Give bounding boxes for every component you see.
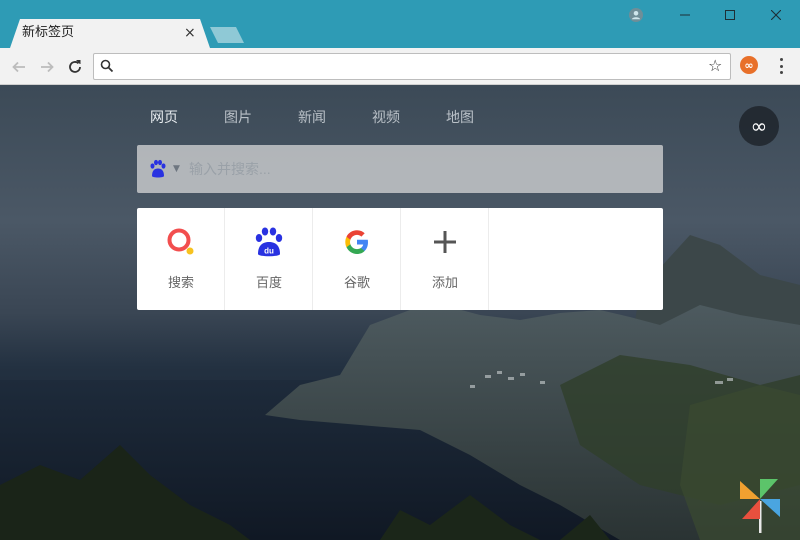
chevron-down-icon: ▼ — [173, 164, 180, 174]
new-tab-button[interactable] — [210, 27, 244, 43]
tile-add[interactable]: 添加 — [401, 208, 489, 310]
tile-label-add: 添加 — [431, 276, 458, 291]
browser-toolbar: ☆ ∞ — [0, 48, 800, 85]
svg-text:du: du — [264, 247, 274, 256]
minimize-icon[interactable] — [662, 4, 708, 26]
tile-search[interactable]: 搜索 — [137, 208, 225, 310]
search-category-tabs: 网页 图片 新闻 视频 地图 — [150, 109, 520, 127]
bookmark-star-icon[interactable]: ☆ — [708, 57, 722, 75]
plus-icon — [434, 231, 456, 253]
tab-videos[interactable]: 视频 — [372, 109, 446, 127]
profile-icon[interactable] — [629, 8, 643, 22]
tab-images[interactable]: 图片 — [224, 109, 298, 127]
pinwheel-logo-icon — [740, 479, 780, 533]
baidu-paw-icon — [150, 159, 166, 178]
tab-web[interactable]: 网页 — [150, 109, 224, 127]
title-bar: 新标签页 × — [0, 0, 800, 48]
maximize-icon[interactable] — [707, 4, 753, 26]
infinity-menu-icon: ∞ — [750, 114, 768, 138]
tile-label-google: 谷歌 — [343, 276, 370, 291]
infinity-menu-button[interactable]: ∞ — [739, 106, 779, 146]
address-bar[interactable]: ☆ — [93, 53, 731, 80]
tile-google[interactable]: 谷歌 — [313, 208, 401, 310]
tab-title: 新标签页 — [22, 25, 75, 40]
tab-news[interactable]: 新闻 — [298, 109, 372, 127]
search-input[interactable] — [189, 159, 649, 179]
forward-arrow-icon[interactable] — [36, 56, 58, 78]
close-window-icon[interactable] — [753, 4, 799, 26]
address-input[interactable] — [120, 57, 700, 77]
new-tab-page: 网页 图片 新闻 视频 地图 ∞ ▼ 输入并搜索... 搜索 du 百度 谷歌 … — [0, 85, 800, 540]
tile-label-baidu: 百度 — [255, 276, 282, 291]
infinity-extension-icon[interactable]: ∞ — [740, 56, 758, 74]
tile-baidu[interactable]: du 百度 — [225, 208, 313, 310]
tile-label-search: 搜索 — [167, 276, 194, 291]
google-g-icon — [345, 230, 368, 254]
infinity-extension-symbol: ∞ — [744, 58, 754, 72]
baidu-paw-icon: du — [255, 227, 283, 257]
search-icon — [100, 59, 114, 73]
tab-close-icon[interactable]: × — [184, 24, 196, 42]
more-menu-icon[interactable] — [774, 56, 788, 76]
back-arrow-icon[interactable] — [8, 56, 30, 78]
search-q-icon — [167, 228, 194, 255]
search-engine-selector[interactable]: ▼ — [149, 159, 180, 179]
reload-icon[interactable] — [64, 56, 86, 78]
tab-maps[interactable]: 地图 — [446, 109, 520, 127]
search-box: ▼ — [137, 145, 663, 193]
quick-access-tiles: 搜索 du 百度 谷歌 添加 — [137, 208, 663, 310]
